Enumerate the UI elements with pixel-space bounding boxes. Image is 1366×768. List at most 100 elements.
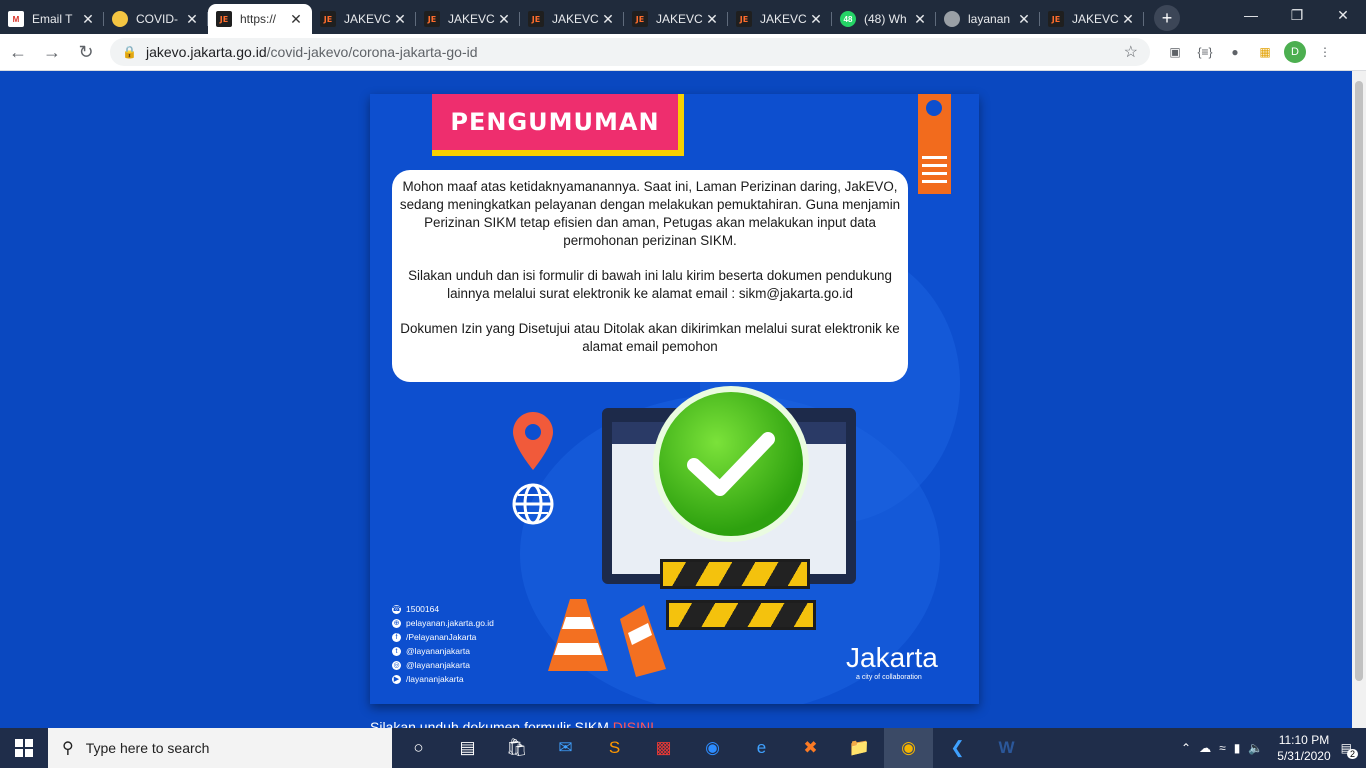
notification-center-icon[interactable]: ▤ 2 (1341, 741, 1358, 759)
phone-icon: ☎ (392, 604, 401, 614)
system-tray: ⌃ ☁ ≈ ▮ 🔈 11:10 PM 5/31/2020 ▤ 2 (1181, 728, 1366, 768)
url-path: /covid-jakevo/corona-jakarta-go-id (266, 44, 478, 60)
checkmark-icon (653, 386, 809, 542)
gift-icon[interactable]: ▩ (639, 728, 688, 768)
close-window-icon[interactable]: ✕ (1320, 0, 1366, 30)
contact-text: /layananjakarta (406, 674, 464, 684)
taskbar-search-box[interactable]: ⚲ Type here to search (48, 728, 392, 768)
sublime-text-icon[interactable]: S (590, 728, 639, 768)
tab-title: https:// (240, 12, 277, 26)
tab-close-icon[interactable]: ✕ (600, 11, 616, 28)
menu-kebab-icon[interactable]: ⋮ (1310, 37, 1340, 67)
extension-json-icon[interactable]: {≡} (1190, 37, 1220, 67)
onedrive-icon[interactable]: ☁ (1199, 741, 1211, 755)
tab-strip: M Email T ✕ COVID- ✕ JE https://✕ JE JAKEVC ✕ JE JA… (0, 0, 1366, 34)
vertical-scrollbar[interactable] (1352, 71, 1366, 728)
tab-2[interactable]: JE https:// ✕ (208, 4, 312, 34)
zoom-icon[interactable]: ◉ (688, 728, 737, 768)
tab-close-icon[interactable]: ✕ (496, 11, 512, 28)
extension-circle-icon[interactable]: ● (1220, 37, 1250, 67)
windows-logo-icon (15, 739, 33, 757)
tab-5[interactable]: JE JAKEVC ✕ (520, 4, 624, 34)
clock[interactable]: 11:10 PM 5/31/2020 (1277, 732, 1330, 764)
word-icon[interactable]: W (982, 728, 1031, 768)
contact-text: @layananjakarta (406, 646, 470, 656)
jakevo-icon: JE (528, 11, 544, 27)
extension-color-icon[interactable]: ▦ (1250, 37, 1280, 67)
new-tab-button[interactable]: + (1154, 5, 1180, 31)
volume-icon[interactable]: 🔈 (1248, 741, 1263, 755)
brand-tagline: a city of collaboration (856, 674, 922, 681)
mail-icon[interactable]: ✉ (541, 728, 590, 768)
jakarta-emblem-icon (922, 100, 947, 183)
tab-4[interactable]: JE JAKEVC ✕ (416, 4, 520, 34)
store-icon[interactable]: 🛍 (492, 728, 541, 768)
restore-icon[interactable]: ❐ (1274, 0, 1320, 30)
jakevo-icon: JE (632, 11, 648, 27)
whatsapp-icon: 48 (840, 11, 856, 27)
wifi-icon[interactable]: ≈ (1219, 741, 1226, 755)
contact-list: ☎ 1500164 ⊕ pelayanan.jakarta.go.id f/Pelaya… (392, 602, 494, 686)
tab-title: JAKEVC (760, 12, 807, 26)
battery-icon[interactable]: ▮ (1234, 741, 1241, 755)
vscode-icon[interactable]: ❮ (933, 728, 982, 768)
tab-9[interactable]: layanan ✕ (936, 4, 1040, 34)
tab-list: M Email T ✕ COVID- ✕ JE https://✕ JE JAKEVC ✕ JE JA… (0, 0, 1144, 34)
browser-toolbar: ← → ↻ 🔒 jakevo.jakarta.go.id/covid-jakev… (0, 34, 1366, 71)
window-controls: — ❐ ✕ (1228, 0, 1366, 30)
tab-close-icon[interactable]: ✕ (912, 11, 928, 28)
back-icon[interactable]: ← (2, 36, 34, 68)
facebook-icon: f (392, 632, 401, 642)
message-paragraph-3: Dokumen Izin yang Disetujui atau Ditolak… (400, 321, 900, 354)
message-paragraph-2: Silakan unduh dan isi formulir di bawah … (408, 268, 892, 301)
tab-title: COVID- (136, 12, 178, 26)
tab-close-icon[interactable]: ✕ (704, 11, 720, 28)
globe-icon (944, 11, 960, 27)
search-placeholder: Type here to search (85, 740, 210, 756)
tab-8[interactable]: 48 (48) Wh ✕ (832, 4, 936, 34)
barrier-top (660, 559, 810, 589)
tab-10[interactable]: JE JAKEVC ✕ (1040, 4, 1144, 34)
forward-icon[interactable]: → (36, 36, 68, 68)
windows-taskbar: ⚲ Type here to search ○ ▤ 🛍 ✉ S ▩ ◉ e ✖ … (0, 728, 1366, 768)
tab-close-icon[interactable]: ✕ (184, 11, 200, 28)
edge-icon[interactable]: e (737, 728, 786, 768)
location-pin-icon (513, 412, 553, 470)
globe-icon (512, 483, 554, 525)
extension-puzzle-icon[interactable]: ▣ (1160, 37, 1190, 67)
tab-close-icon[interactable]: ✕ (808, 11, 824, 28)
notification-count: 2 (1346, 749, 1358, 759)
scrollbar-thumb[interactable] (1355, 81, 1363, 681)
chrome-icon[interactable]: ◉ (884, 728, 933, 768)
tab-1[interactable]: COVID- ✕ (104, 4, 208, 34)
jakevo-icon: JE (216, 11, 232, 27)
tab-close-icon[interactable]: ✕ (392, 11, 408, 28)
tab-7[interactable]: JE JAKEVC ✕ (728, 4, 832, 34)
tab-0[interactable]: M Email T ✕ (0, 4, 104, 34)
tab-6[interactable]: JE JAKEVC ✕ (624, 4, 728, 34)
chevron-up-icon[interactable]: ⌃ (1181, 741, 1191, 755)
bookmark-star-icon[interactable]: ☆ (1124, 42, 1138, 62)
tab-close-icon[interactable]: ✕ (1120, 11, 1136, 28)
windows-start-button[interactable] (0, 728, 48, 768)
tab-close-icon[interactable]: ✕ (80, 11, 96, 28)
reload-icon[interactable]: ↻ (70, 36, 102, 68)
minimize-icon[interactable]: — (1228, 0, 1274, 30)
cortana-icon[interactable]: ○ (394, 728, 443, 768)
xampp-icon[interactable]: ✖ (786, 728, 835, 768)
tab-3[interactable]: JE JAKEVC ✕ (312, 4, 416, 34)
contact-text: @layananjakarta (406, 660, 470, 670)
tab-close-icon[interactable]: ✕ (288, 11, 304, 28)
address-bar[interactable]: 🔒 jakevo.jakarta.go.id/covid-jakevo/coro… (110, 38, 1150, 66)
profile-button[interactable]: D (1280, 37, 1310, 67)
tab-close-icon[interactable]: ✕ (1016, 11, 1032, 28)
jakarta-seal-icon (112, 11, 128, 27)
task-view-icon[interactable]: ▤ (443, 728, 492, 768)
page-content: PENGUMUMAN Mohon maaf atas ketidaknyaman… (0, 71, 1352, 728)
avatar: D (1284, 41, 1306, 63)
url-text[interactable]: jakevo.jakarta.go.id/covid-jakevo/corona… (146, 44, 1124, 60)
download-link[interactable]: DISINI (613, 719, 654, 728)
contact-text: 1500164 (406, 604, 440, 614)
lock-icon[interactable]: 🔒 (122, 45, 137, 59)
file-explorer-icon[interactable]: 📁 (835, 728, 884, 768)
